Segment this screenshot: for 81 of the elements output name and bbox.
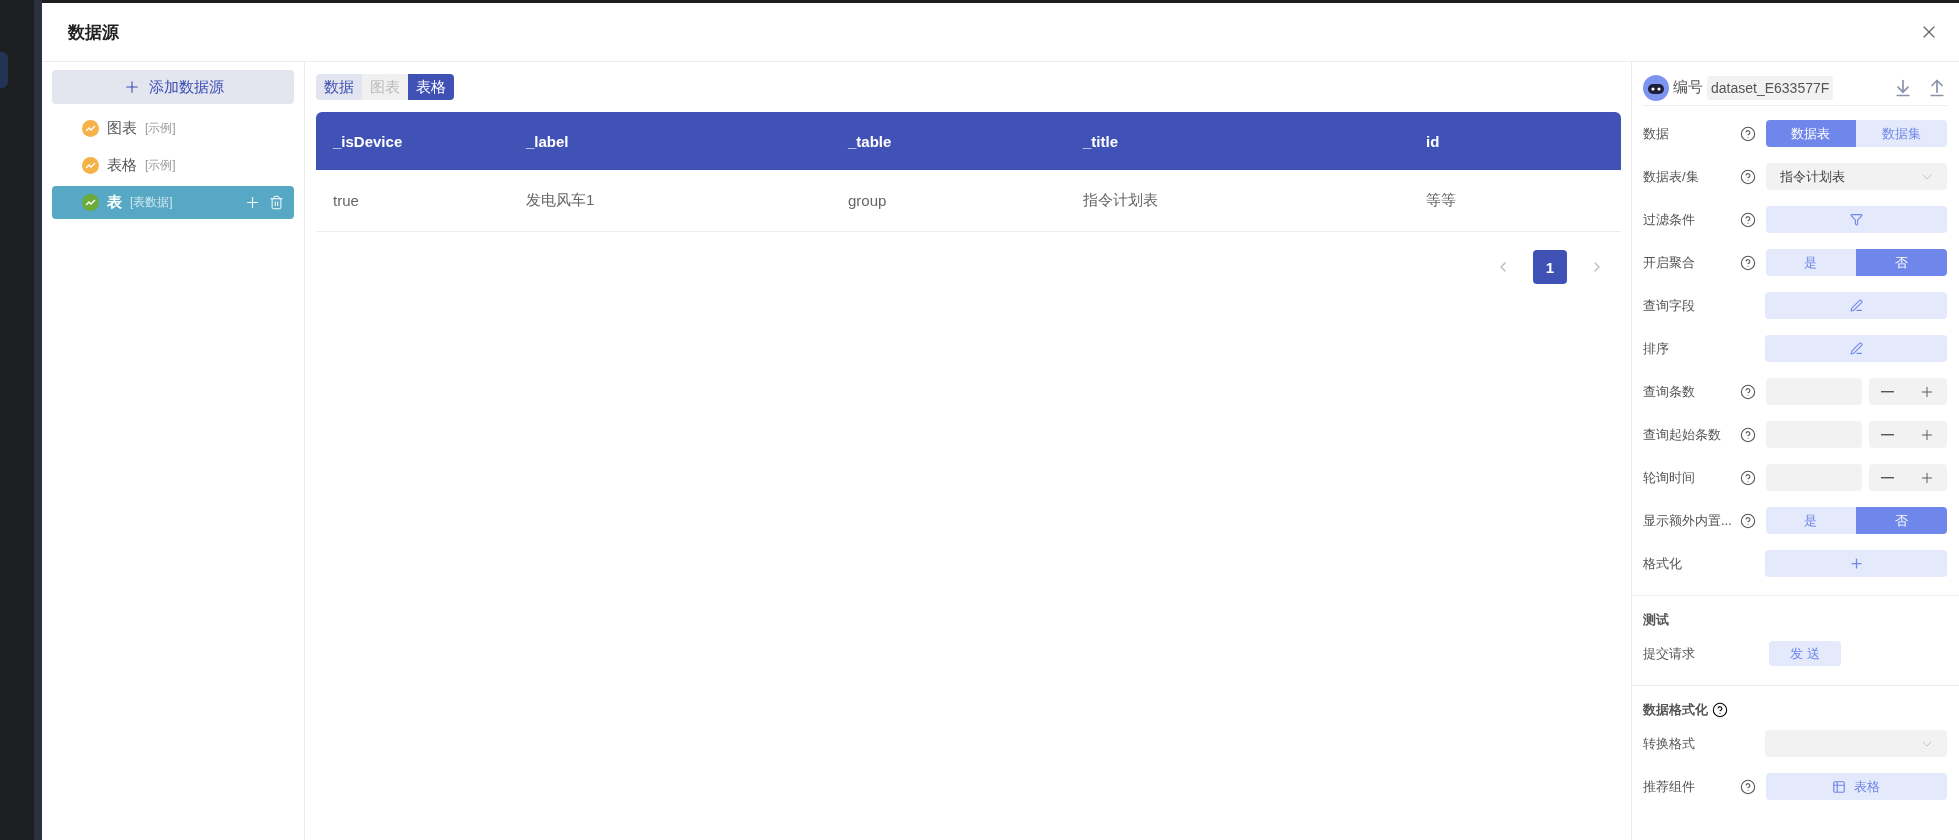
import-icon[interactable] xyxy=(1893,77,1913,98)
source-item[interactable]: 图表 [示例] xyxy=(52,112,294,145)
column-header: _isDevice xyxy=(316,112,509,170)
chart-icon xyxy=(82,194,99,211)
field-label: 开启聚合 xyxy=(1643,253,1696,272)
source-name: 图表 xyxy=(107,119,137,138)
source-tag: [表数据] xyxy=(130,194,236,211)
pencil-icon xyxy=(1849,342,1863,355)
field-label: 查询字段 xyxy=(1643,296,1696,315)
trash-icon[interactable] xyxy=(269,195,284,210)
field-label: 过滤条件 xyxy=(1643,210,1696,229)
source-item[interactable]: 表 [表数据] xyxy=(52,186,294,219)
send-button[interactable]: 发 送 xyxy=(1769,641,1841,666)
column-header: _label xyxy=(509,112,831,170)
minus-icon xyxy=(1880,476,1894,479)
dialog-title: 数据源 xyxy=(68,21,119,44)
column-header: _title xyxy=(1066,112,1409,170)
select-field[interactable]: 指令计划表 xyxy=(1765,163,1947,190)
segment-option[interactable]: 数据集 xyxy=(1856,120,1947,147)
field-label: 推荐组件 xyxy=(1643,777,1696,796)
field-label: 转换格式 xyxy=(1643,734,1696,753)
view-tab[interactable]: 数据 xyxy=(316,74,362,100)
table-cell: 等等 xyxy=(1409,170,1621,232)
chart-icon xyxy=(82,120,99,137)
field-label: 数据 xyxy=(1643,124,1670,143)
source-name: 表格 xyxy=(107,156,137,175)
add-source-button[interactable]: 添加数据源 xyxy=(52,70,294,104)
select-field[interactable] xyxy=(1765,730,1947,757)
pencil-icon xyxy=(1849,299,1863,312)
minus-button[interactable] xyxy=(1880,433,1894,436)
section-title: 数据格式化 xyxy=(1643,701,1708,719)
field-label: 轮询时间 xyxy=(1643,468,1696,487)
table-cell: true xyxy=(316,170,509,232)
segment-option[interactable]: 数据表 xyxy=(1765,120,1857,147)
minus-icon xyxy=(1880,433,1894,436)
help-icon[interactable] xyxy=(1739,254,1756,271)
help-icon[interactable] xyxy=(1739,168,1756,185)
component-button[interactable]: 表格 xyxy=(1765,773,1947,800)
help-icon[interactable] xyxy=(1739,469,1756,486)
table-cell: group xyxy=(831,170,1066,232)
help-icon[interactable] xyxy=(1712,702,1728,718)
help-icon[interactable] xyxy=(1739,426,1756,443)
help-icon[interactable] xyxy=(1739,211,1756,228)
table-icon xyxy=(1832,779,1847,794)
segment-option[interactable]: 否 xyxy=(1856,249,1947,276)
id-label: 编号 xyxy=(1673,78,1703,97)
plus-icon xyxy=(1848,556,1864,571)
field-label: 格式化 xyxy=(1643,554,1683,573)
column-header: _table xyxy=(831,112,1066,170)
export-icon[interactable] xyxy=(1927,77,1947,98)
source-tag: [示例] xyxy=(145,157,284,174)
add-icon[interactable] xyxy=(244,194,261,211)
chart-icon xyxy=(82,157,99,174)
field-label: 查询条数 xyxy=(1643,382,1696,401)
field-label: 查询起始条数 xyxy=(1643,425,1722,444)
section-title: 测试 xyxy=(1643,611,1669,629)
source-item[interactable]: 表格 [示例] xyxy=(52,149,294,182)
help-icon[interactable] xyxy=(1739,778,1756,795)
help-icon[interactable] xyxy=(1739,125,1756,142)
segment-option[interactable]: 否 xyxy=(1856,507,1947,534)
minus-icon xyxy=(1880,390,1894,393)
field-label: 排序 xyxy=(1643,339,1670,358)
source-name: 表 xyxy=(107,193,122,212)
field-label: 数据表/集 xyxy=(1643,167,1700,186)
table-cell: 指令计划表 xyxy=(1066,170,1409,232)
column-header: id xyxy=(1409,112,1621,170)
view-tab[interactable]: 表格 xyxy=(408,74,454,100)
minus-button[interactable] xyxy=(1880,476,1894,479)
id-value: dataset_E633577F xyxy=(1707,75,1834,100)
help-icon[interactable] xyxy=(1739,383,1756,400)
field-label: 提交请求 xyxy=(1643,644,1696,663)
page-button[interactable]: 1 xyxy=(1533,250,1567,284)
minus-button[interactable] xyxy=(1880,390,1894,393)
source-tag: [示例] xyxy=(145,120,284,137)
table-cell: 发电风车1 xyxy=(509,170,831,232)
segment-option[interactable]: 是 xyxy=(1765,249,1857,276)
robot-avatar-icon xyxy=(1643,74,1669,101)
field-label: 显示额外内置... xyxy=(1643,511,1733,530)
help-icon[interactable] xyxy=(1739,512,1756,529)
segment-option[interactable]: 是 xyxy=(1765,507,1857,534)
filter-icon xyxy=(1849,213,1863,226)
